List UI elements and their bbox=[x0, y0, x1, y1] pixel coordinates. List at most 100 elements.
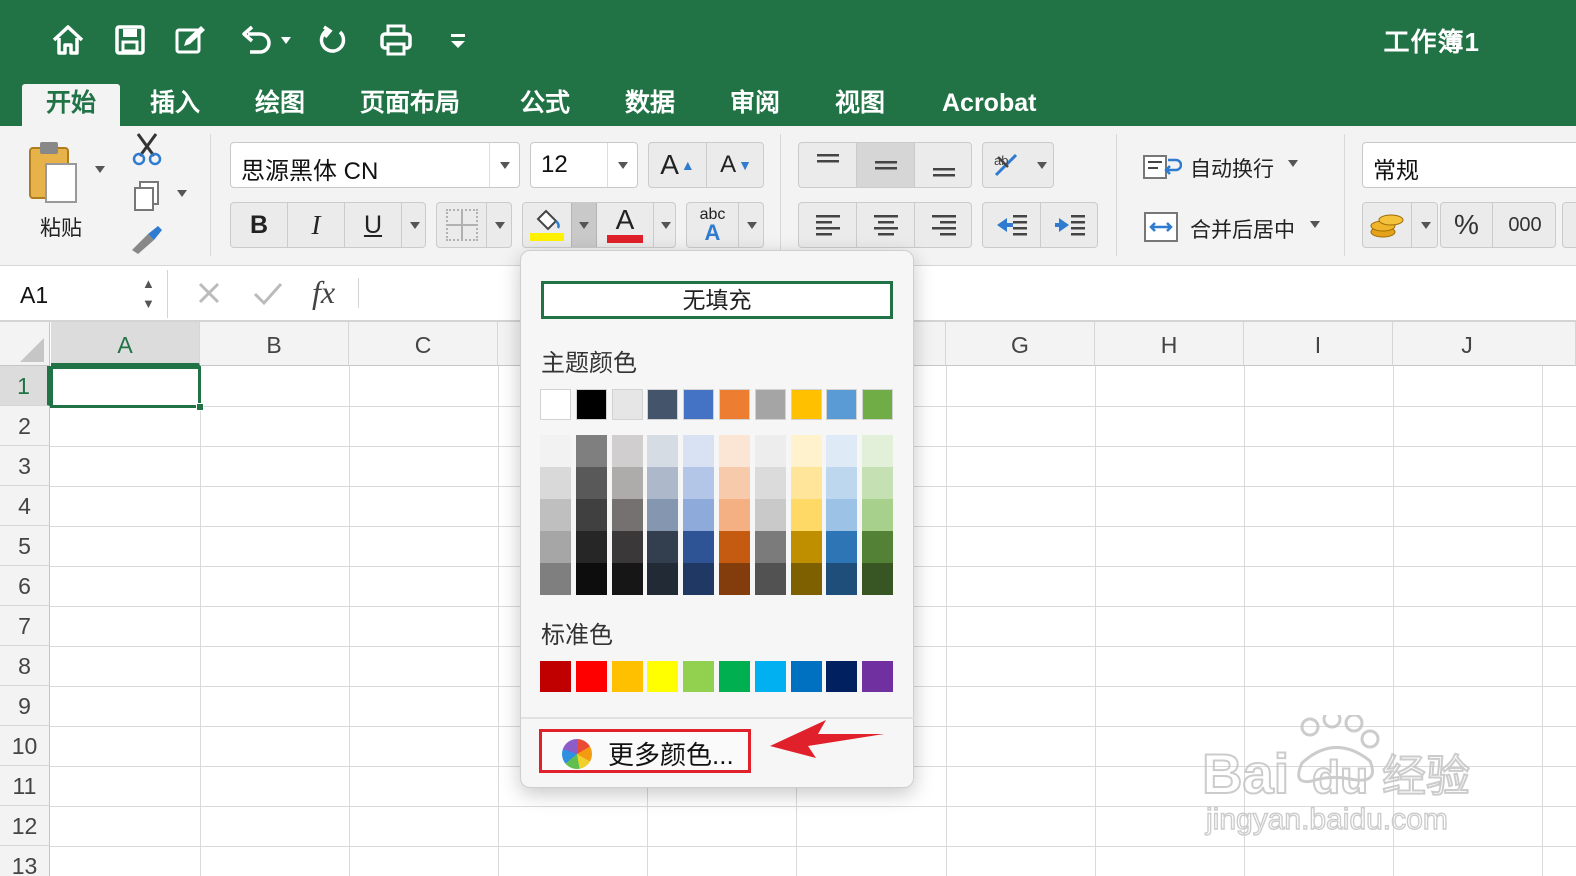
paste-dropdown-icon[interactable] bbox=[95, 166, 105, 173]
column-header-c[interactable]: C bbox=[349, 322, 498, 366]
theme-shade-swatch[interactable] bbox=[754, 435, 786, 467]
font-name-box[interactable]: 思源黑体 CN bbox=[230, 142, 520, 188]
theme-shade-swatch[interactable] bbox=[862, 499, 894, 531]
tab-data[interactable]: 数据 bbox=[625, 84, 675, 126]
accounting-button[interactable] bbox=[1362, 202, 1438, 248]
merge-center-dropdown-icon[interactable] bbox=[1310, 221, 1320, 228]
theme-shade-swatch[interactable] bbox=[647, 499, 679, 531]
format-painter-icon[interactable] bbox=[130, 224, 164, 254]
theme-color-swatch[interactable] bbox=[540, 389, 571, 420]
theme-shade-swatch[interactable] bbox=[575, 563, 607, 595]
theme-shade-swatch[interactable] bbox=[826, 435, 858, 467]
undo-icon[interactable] bbox=[236, 20, 276, 60]
theme-shade-swatch[interactable] bbox=[719, 531, 750, 563]
row-header-3[interactable]: 3 bbox=[0, 446, 50, 486]
column-header-g[interactable]: G bbox=[946, 322, 1095, 366]
theme-shade-swatch[interactable] bbox=[647, 531, 679, 563]
theme-color-swatch[interactable] bbox=[754, 389, 786, 420]
merge-center-label[interactable]: 合并后居中 bbox=[1190, 214, 1295, 244]
grow-font-button[interactable]: A ▲ bbox=[649, 143, 707, 187]
customize-icon[interactable] bbox=[438, 20, 478, 60]
font-color-button[interactable]: A bbox=[597, 203, 653, 247]
theme-shade-swatch[interactable] bbox=[540, 435, 571, 467]
theme-shade-swatch[interactable] bbox=[540, 563, 571, 595]
theme-shade-swatch[interactable] bbox=[826, 563, 858, 595]
row-header-4[interactable]: 4 bbox=[0, 486, 50, 526]
theme-shade-swatch[interactable] bbox=[683, 435, 715, 467]
theme-shade-swatch[interactable] bbox=[540, 531, 571, 563]
theme-shade-swatch[interactable] bbox=[683, 563, 715, 595]
theme-shade-swatch[interactable] bbox=[790, 499, 822, 531]
cut-icon[interactable] bbox=[130, 132, 164, 166]
theme-shade-swatch[interactable] bbox=[647, 435, 679, 467]
redo-icon[interactable] bbox=[312, 20, 352, 60]
name-box[interactable]: A1 ▲ ▼ bbox=[4, 270, 168, 318]
cancel-icon[interactable] bbox=[192, 276, 226, 310]
align-left-icon[interactable] bbox=[799, 203, 857, 247]
underline-button[interactable]: U bbox=[345, 203, 402, 247]
standard-color-swatch[interactable] bbox=[754, 661, 786, 692]
tab-acrobat[interactable]: Acrobat bbox=[942, 84, 1036, 126]
align-center-icon[interactable] bbox=[857, 203, 915, 247]
no-fill-button[interactable]: 无填充 bbox=[541, 281, 893, 319]
confirm-icon[interactable] bbox=[250, 276, 286, 310]
theme-shade-swatch[interactable] bbox=[719, 435, 750, 467]
fill-handle[interactable] bbox=[196, 403, 204, 411]
column-header-h[interactable]: H bbox=[1095, 322, 1244, 366]
select-all-button[interactable] bbox=[0, 322, 50, 366]
row-header-9[interactable]: 9 bbox=[0, 686, 50, 726]
align-bottom-icon[interactable] bbox=[915, 143, 973, 187]
tab-review[interactable]: 审阅 bbox=[730, 84, 780, 126]
align-right-icon[interactable] bbox=[915, 203, 973, 247]
row-header-10[interactable]: 10 bbox=[0, 726, 50, 766]
theme-shade-swatch[interactable] bbox=[611, 531, 643, 563]
theme-color-swatch[interactable] bbox=[575, 389, 607, 420]
theme-shade-swatch[interactable] bbox=[719, 563, 750, 595]
standard-color-swatch[interactable] bbox=[862, 661, 894, 692]
theme-shade-swatch[interactable] bbox=[611, 435, 643, 467]
borders-button[interactable] bbox=[436, 202, 512, 248]
theme-shade-swatch[interactable] bbox=[754, 499, 786, 531]
name-box-up-icon[interactable]: ▲ bbox=[142, 276, 155, 291]
underline-dropdown-icon[interactable] bbox=[402, 203, 427, 247]
percent-button[interactable]: % bbox=[1441, 203, 1493, 247]
theme-shade-swatch[interactable] bbox=[862, 563, 894, 595]
tab-insert[interactable]: 插入 bbox=[150, 84, 200, 126]
theme-shade-swatch[interactable] bbox=[575, 531, 607, 563]
theme-shade-swatch[interactable] bbox=[647, 467, 679, 499]
theme-color-swatch[interactable] bbox=[611, 389, 643, 420]
theme-shade-swatch[interactable] bbox=[754, 563, 786, 595]
row-header-11[interactable]: 11 bbox=[0, 766, 50, 806]
align-middle-icon[interactable] bbox=[857, 143, 915, 187]
orientation-dropdown-icon[interactable] bbox=[1029, 143, 1055, 187]
fill-color-button[interactable] bbox=[523, 203, 571, 247]
theme-shade-swatch[interactable] bbox=[862, 467, 894, 499]
borders-dropdown-icon[interactable] bbox=[487, 203, 513, 247]
theme-shade-swatch[interactable] bbox=[790, 467, 822, 499]
theme-color-swatch[interactable] bbox=[719, 389, 750, 420]
phonetic-button[interactable]: abc A bbox=[686, 202, 764, 248]
edit-icon[interactable] bbox=[170, 20, 210, 60]
theme-shade-swatch[interactable] bbox=[719, 467, 750, 499]
standard-color-swatch[interactable] bbox=[683, 661, 715, 692]
column-header-j[interactable]: J bbox=[1393, 322, 1576, 366]
function-icon[interactable]: fx bbox=[312, 274, 335, 311]
print-icon[interactable] bbox=[376, 20, 416, 60]
fill-color-dropdown-icon[interactable] bbox=[571, 203, 597, 247]
row-header-8[interactable]: 8 bbox=[0, 646, 50, 686]
tab-formulas[interactable]: 公式 bbox=[520, 84, 570, 126]
paste-icon[interactable] bbox=[26, 138, 82, 208]
theme-color-swatch[interactable] bbox=[683, 389, 715, 420]
theme-shade-swatch[interactable] bbox=[826, 531, 858, 563]
increase-indent-icon[interactable] bbox=[1041, 203, 1099, 247]
standard-color-swatch[interactable] bbox=[611, 661, 643, 692]
theme-color-swatch[interactable] bbox=[862, 389, 894, 420]
orientation-button[interactable]: ab bbox=[982, 142, 1054, 188]
font-size-box[interactable]: 12 bbox=[530, 142, 638, 188]
column-header-b[interactable]: B bbox=[200, 322, 349, 366]
theme-shade-swatch[interactable] bbox=[647, 563, 679, 595]
theme-shade-swatch[interactable] bbox=[683, 499, 715, 531]
row-header-2[interactable]: 2 bbox=[0, 406, 50, 446]
theme-shade-swatch[interactable] bbox=[862, 531, 894, 563]
theme-color-swatch[interactable] bbox=[826, 389, 858, 420]
